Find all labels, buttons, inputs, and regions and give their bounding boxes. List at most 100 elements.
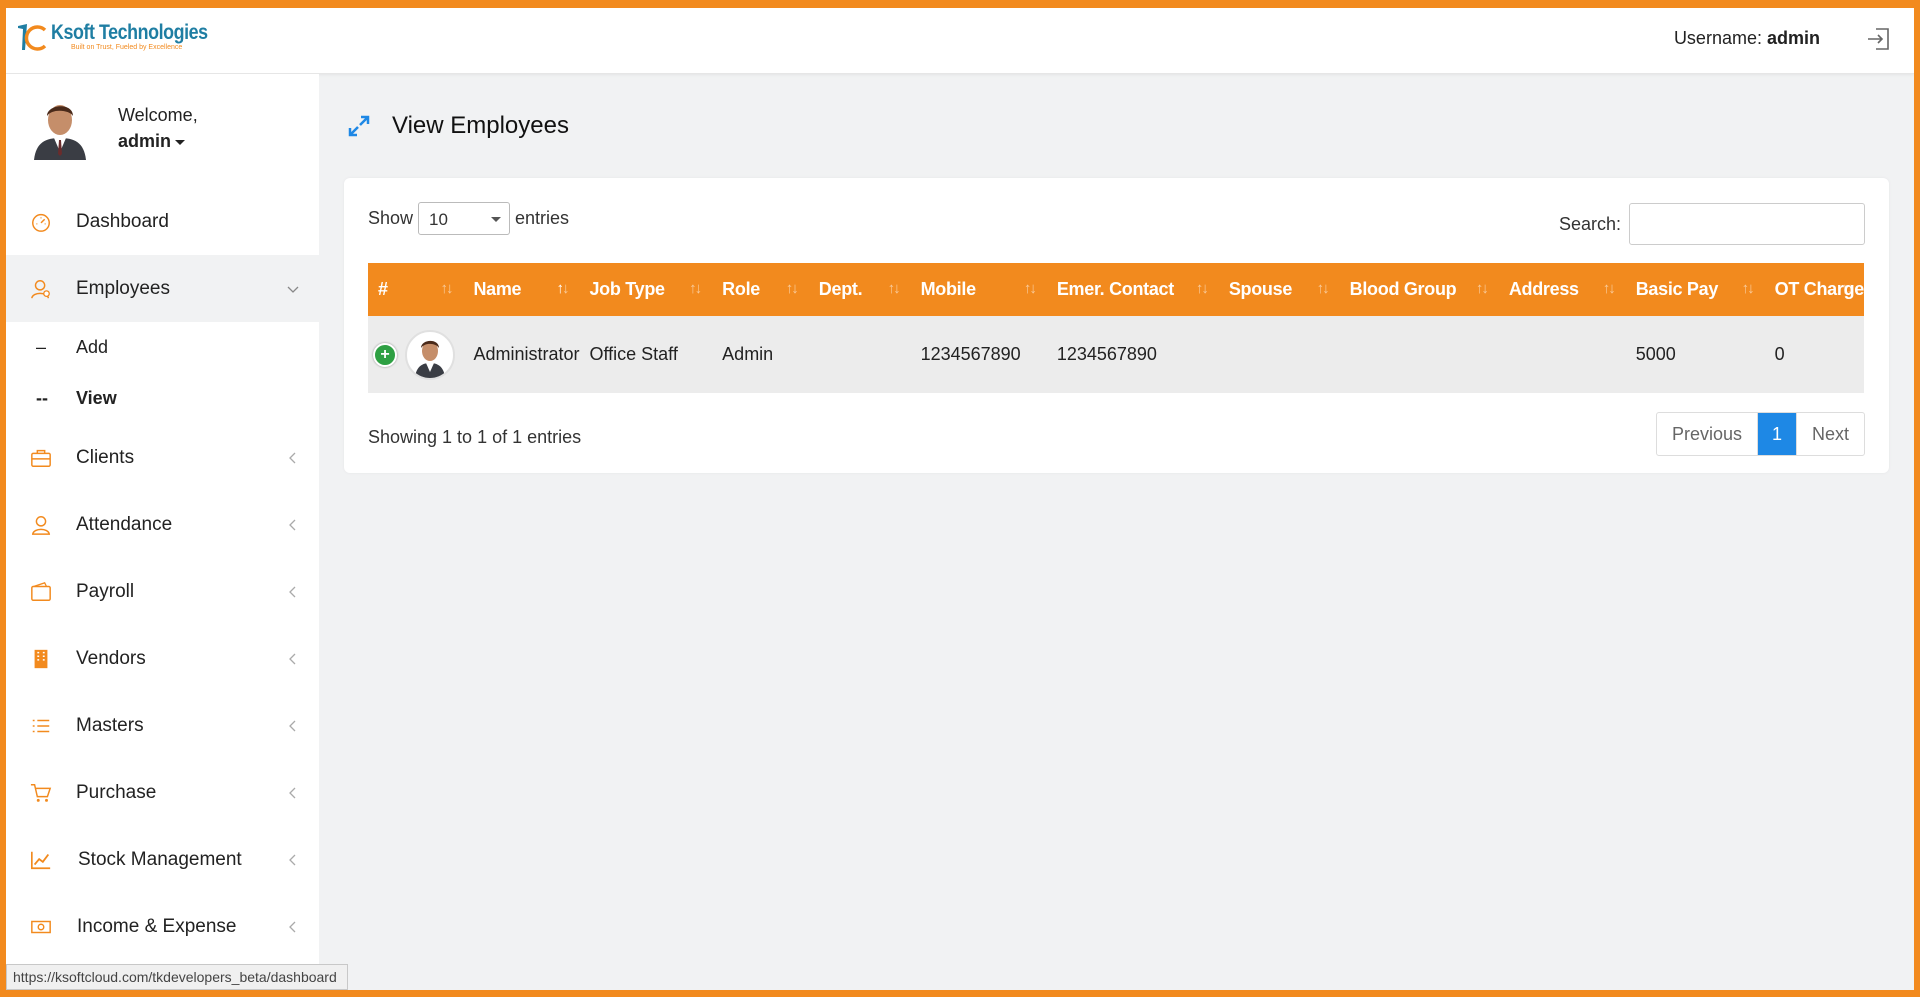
column-header-ot-charge[interactable]: OT Charge ↑↓ <box>1764 263 1864 316</box>
chevron-left-icon <box>289 854 296 865</box>
sort-icon: ↑↓ <box>689 280 702 297</box>
sidebar-item-label: Dashboard <box>76 210 169 232</box>
sidebar-item-vendors[interactable]: Vendors <box>6 625 319 692</box>
cell-address <box>1498 316 1626 393</box>
expand-row-button[interactable]: + <box>373 342 397 367</box>
sidebar-item-label: Attendance <box>76 513 173 535</box>
sub-dash: -- <box>36 388 48 408</box>
caret-down-icon <box>175 139 186 145</box>
cell-spouse <box>1218 316 1340 393</box>
entries-length-control: Show 10 entries <box>368 202 569 235</box>
sidebar-item-income-expense[interactable]: Income & Expense <box>6 893 319 960</box>
column-header-mobile[interactable]: Mobile ↑↓ <box>910 263 1047 316</box>
sidebar: Welcome, admin Dashboard Employees – Add… <box>6 74 319 990</box>
column-header-index[interactable]: # ↑↓ <box>368 263 464 316</box>
sidebar-item-clients[interactable]: Clients <box>6 424 319 491</box>
top-header: Ksoft Technologies Built on Trust, Fuele… <box>6 8 1914 74</box>
username-value: admin <box>1766 28 1820 48</box>
status-bar-url: https://ksoftcloud.com/tkdevelopers_beta… <box>6 964 348 990</box>
employees-card: Show 10 entries Search: # ↑↓ Name ↑↓ Job T… <box>344 178 1889 473</box>
sub-dash: – <box>36 337 47 357</box>
column-header-label: Emer. Contact <box>1056 279 1174 299</box>
column-header-label: Spouse <box>1228 279 1293 299</box>
select-arrow-icon <box>491 217 502 222</box>
briefcase-icon <box>28 445 54 471</box>
building-icon <box>28 646 54 672</box>
column-header-label: Job Type <box>589 279 665 299</box>
welcome-label: Welcome, <box>118 105 198 125</box>
page-heading: View Employees <box>346 112 569 140</box>
sidebar-item-purchase[interactable]: Purchase <box>6 759 319 826</box>
sort-icon: ↑↓ <box>1023 280 1037 297</box>
chevron-left-icon <box>289 921 296 932</box>
logo-tagline: Built on Trust, Fueled by Excellence <box>71 44 183 51</box>
sidebar-item-label: Purchase <box>76 781 157 803</box>
column-header-spouse[interactable]: Spouse ↑↓ <box>1218 263 1340 316</box>
username-label: Username: <box>1673 28 1762 48</box>
username-display: Username: admin <box>1674 28 1820 49</box>
user-icon <box>28 512 54 538</box>
sidebar-item-label: Stock Management <box>78 848 242 870</box>
cell-dept <box>808 316 911 393</box>
cell-ot-charge: 0 <box>1764 316 1864 393</box>
next-page-button[interactable]: Next <box>1795 413 1864 455</box>
entries-select[interactable]: 10 <box>418 202 511 235</box>
logo-icon <box>18 24 47 51</box>
chevron-left-icon <box>289 586 296 597</box>
sidebar-item-label: Clients <box>76 446 135 468</box>
previous-page-button[interactable]: Previous <box>1657 413 1758 455</box>
search-input[interactable] <box>1629 203 1865 245</box>
column-header-basic-pay[interactable]: Basic Pay ↑↓ <box>1625 263 1765 316</box>
column-header-emer-contact[interactable]: Emer. Contact ↑↓ <box>1046 263 1219 316</box>
sidebar-item-payroll[interactable]: Payroll <box>6 558 319 625</box>
row-controls: + <box>373 329 463 380</box>
sidebar-item-attendance[interactable]: Attendance <box>6 491 319 558</box>
cell-mobile: 1234567890 <box>910 316 1047 393</box>
list-icon <box>28 713 54 739</box>
chevron-down-icon <box>287 286 299 293</box>
cell-index: + <box>368 316 464 393</box>
show-label: Show <box>368 208 414 228</box>
column-header-label: Blood Group <box>1349 279 1457 299</box>
chart-line-icon <box>28 847 54 873</box>
pagination: Previous 1 Next <box>1655 412 1865 456</box>
column-header-label: Address <box>1508 279 1579 299</box>
expand-icon[interactable] <box>346 113 372 139</box>
column-header-blood-group[interactable]: Blood Group ↑↓ <box>1339 263 1499 316</box>
company-logo[interactable]: Ksoft Technologies Built on Trust, Fuele… <box>15 20 235 54</box>
table-search: Search: <box>1559 203 1865 245</box>
user-menu-toggle[interactable]: admin <box>118 128 198 154</box>
wallet-icon <box>28 579 54 605</box>
column-header-job-type[interactable]: Job Type ↑↓ <box>579 263 713 316</box>
sort-icon: ↑↓ <box>1741 280 1755 297</box>
cell-emer-contact: 1234567890 <box>1046 316 1219 393</box>
cell-blood-group <box>1339 316 1499 393</box>
sidebar-subitem-add[interactable]: – Add <box>6 322 319 373</box>
column-header-dept[interactable]: Dept. ↑↓ <box>808 263 911 316</box>
money-icon <box>28 914 54 940</box>
column-header-name[interactable]: Name ↑↓ <box>463 263 580 316</box>
column-header-label: # <box>378 279 388 299</box>
column-header-address[interactable]: Address ↑↓ <box>1498 263 1626 316</box>
chevron-left-icon <box>289 720 296 731</box>
sort-icon: ↑↓ <box>1195 280 1209 297</box>
sidebar-subitem-view[interactable]: -- View <box>6 373 319 424</box>
sub-label: Add <box>76 337 109 357</box>
column-header-role[interactable]: Role ↑↓ <box>712 263 809 316</box>
sidebar-item-dashboard[interactable]: Dashboard <box>6 188 319 255</box>
sidebar-item-stock-management[interactable]: Stock Management <box>6 826 319 893</box>
sidebar-item-label: Payroll <box>76 580 135 602</box>
sort-icon: ↑↓ <box>1841 280 1854 297</box>
sidebar-item-masters[interactable]: Masters <box>6 692 319 759</box>
column-header-label: Name <box>473 279 522 299</box>
page-1-button[interactable]: 1 <box>1757 413 1796 455</box>
sidebar-item-label: Employees <box>76 277 170 299</box>
column-header-label: Mobile <box>920 279 977 299</box>
sidebar-item-employees[interactable]: Employees <box>6 255 319 322</box>
user-welcome: Welcome, admin <box>30 96 198 160</box>
chevron-left-icon <box>289 519 296 530</box>
column-header-label: Dept. <box>818 279 863 299</box>
logout-icon[interactable] <box>1866 26 1892 52</box>
table-row[interactable]: + Administrator Office Staff Admin 12345… <box>368 316 1864 393</box>
sort-icon: ↑↓ <box>887 280 901 297</box>
